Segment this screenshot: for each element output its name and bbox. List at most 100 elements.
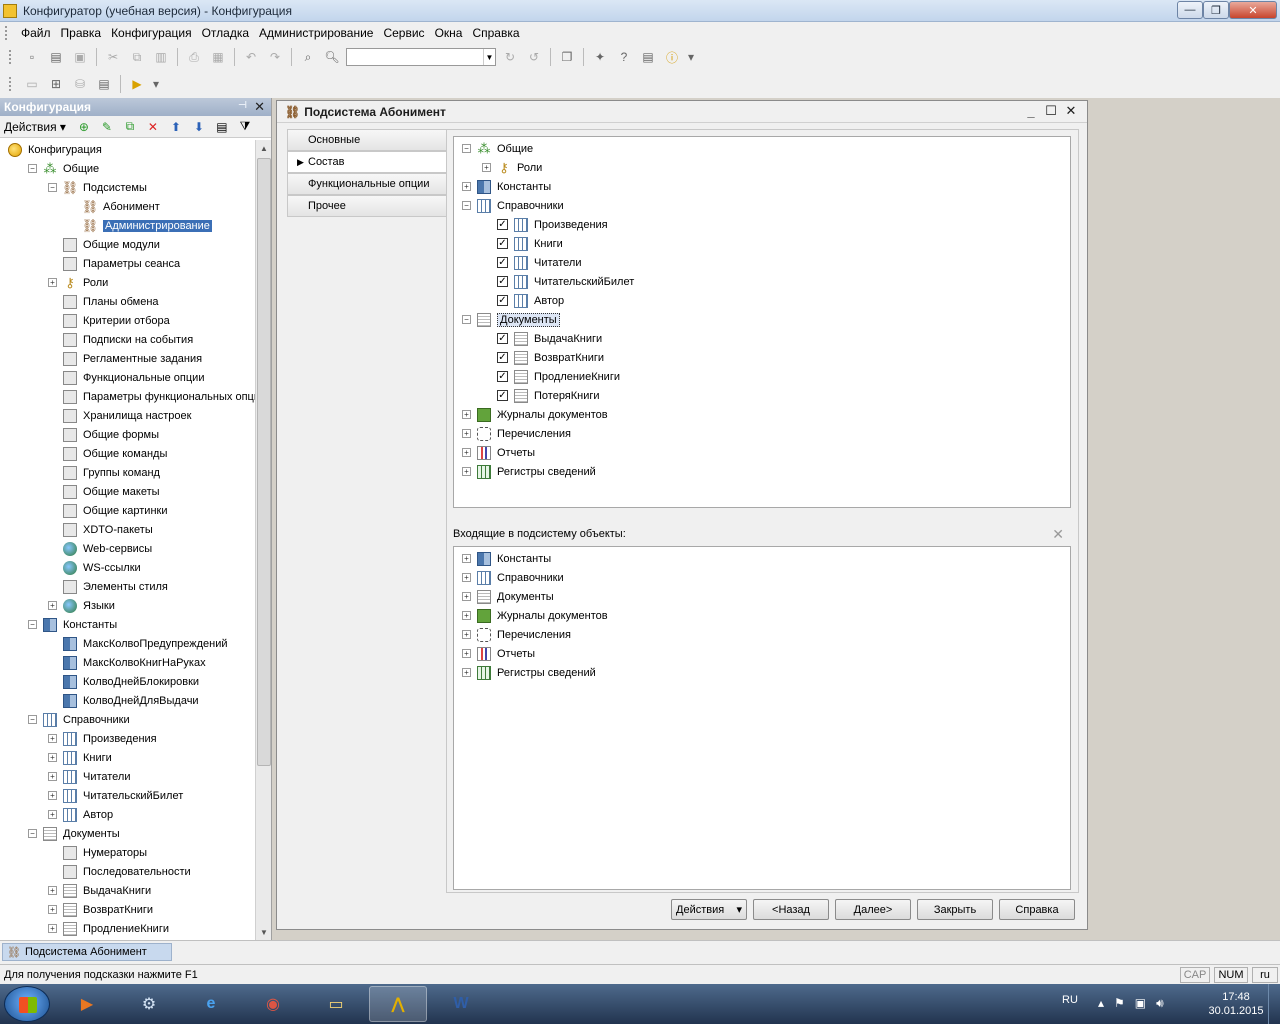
collapse-icon[interactable]: − [28,829,37,838]
tree-item[interactable]: Элементы стиля [0,577,255,596]
composition-item[interactable]: + Регистры сведений [454,462,1070,481]
expand-icon[interactable]: + [462,592,471,601]
include-checkbox[interactable]: ✓ [497,390,508,401]
tab-other[interactable]: Прочее [287,195,447,217]
expand-icon[interactable]: + [462,182,471,191]
incoming-item[interactable]: + Перечисления [454,625,1070,644]
print-preview-icon[interactable]: ▦ [208,48,228,66]
include-checkbox[interactable]: ✓ [497,352,508,363]
windows-icon[interactable]: ❐ [557,48,577,66]
expand-icon[interactable]: + [462,668,471,677]
tree-item[interactable]: Общие модули [0,235,255,254]
tree-item[interactable]: + Автор [0,805,255,824]
tree-item[interactable]: + Читатели [0,767,255,786]
incoming-item[interactable]: + Отчеты [454,644,1070,663]
window-tab-subsystem[interactable]: ⛓ Подсистема Абонимент [2,943,172,961]
expand-icon[interactable]: + [462,429,471,438]
tree-item[interactable]: + ПродлениеКниги [0,919,255,938]
tree-item[interactable]: Общие команды [0,444,255,463]
tree-item[interactable]: + ЧитательскийБилет [0,786,255,805]
expand-icon[interactable]: + [462,554,471,563]
collapse-icon[interactable]: − [28,715,37,724]
pin-icon[interactable]: ⊣ [238,100,247,111]
tree-item[interactable]: Общие макеты [0,482,255,501]
run-debug-icon[interactable]: ▶ [127,75,147,93]
composition-item[interactable]: + ⚷ Роли [454,158,1070,177]
expand-icon[interactable]: + [462,630,471,639]
composition-item[interactable]: ✓ Автор [454,291,1070,310]
close-icon[interactable]: ✕ [1061,103,1081,119]
close-window-button[interactable]: Закрыть [917,899,993,920]
tree-item[interactable]: + Книги [0,748,255,767]
close-button[interactable]: ✕ [1229,1,1277,19]
clock[interactable]: 17:48 30.01.2015 [1196,990,1276,1018]
tree-item[interactable]: КолвоДнейБлокировки [0,672,255,691]
composition-item[interactable]: ✓ ВыдачаКниги [454,329,1070,348]
expand-icon[interactable]: + [482,163,491,172]
help-contents-icon[interactable]: ▤ [638,48,658,66]
tree-item[interactable]: − Документы [0,824,255,843]
composition-item[interactable]: ✓ Книги [454,234,1070,253]
composition-item[interactable]: ✓ Читатели [454,253,1070,272]
volume-icon[interactable]: 🔊︎ [1156,996,1164,1011]
composition-item[interactable]: − Документы [454,310,1070,329]
undo-icon[interactable]: ↶ [241,48,261,66]
menu-help[interactable]: Справка [467,26,524,40]
open-folder-icon[interactable]: ▤ [46,48,66,66]
copy-object-icon[interactable]: ⧉ [120,119,140,135]
tree-item[interactable]: Общие формы [0,425,255,444]
tree-item[interactable]: Планы обмена [0,292,255,311]
collapse-icon[interactable]: − [48,183,57,192]
expand-icon[interactable]: + [462,467,471,476]
tree-item[interactable]: XDTO-пакеты [0,520,255,539]
move-up-icon[interactable]: ⬆ [166,119,186,135]
tree-item[interactable]: Критерии отбора [0,311,255,330]
minimize-button[interactable]: — [1177,1,1203,19]
expand-icon[interactable]: + [48,905,57,914]
tab-composition[interactable]: ▶ Состав [287,151,447,173]
database-icon[interactable]: ⛁ [70,75,90,93]
tree-item[interactable]: Регламентные задания [0,349,255,368]
composition-item[interactable]: ✓ ВозвратКниги [454,348,1070,367]
composition-item[interactable]: − Справочники [454,196,1070,215]
move-down-icon[interactable]: ⬇ [189,119,209,135]
tree-item[interactable]: Нумераторы [0,843,255,862]
composition-item[interactable]: + Перечисления [454,424,1070,443]
tab-main[interactable]: Основные [287,129,447,151]
include-checkbox[interactable]: ✓ [497,276,508,287]
collapse-icon[interactable]: − [28,164,37,173]
tree-item[interactable]: Хранилища настроек [0,406,255,425]
composition-item[interactable]: − ⁂ Общие [454,139,1070,158]
expand-icon[interactable]: + [462,611,471,620]
action-center-icon[interactable]: ⚑ [1114,996,1125,1011]
expand-icon[interactable]: + [48,601,57,610]
taskbar-explorer-icon[interactable]: ▭ [307,986,365,1022]
expand-icon[interactable]: + [48,924,57,933]
incoming-item[interactable]: + Журналы документов [454,606,1070,625]
menu-windows[interactable]: Окна [430,26,468,40]
print-icon[interactable]: ⎙ [184,48,204,66]
config-open-icon[interactable]: ▭ [22,75,42,93]
expand-icon[interactable]: + [48,886,57,895]
incoming-item[interactable]: + Документы [454,587,1070,606]
syntax-assistant-icon[interactable]: ✦ [590,48,610,66]
delete-icon[interactable]: ✕ [143,119,163,135]
taskbar-chrome-icon[interactable]: ◉ [244,986,302,1022]
add-icon[interactable]: ⊕ [74,119,94,135]
run-options-icon[interactable]: ▾ [151,75,161,93]
edit-icon[interactable]: ✎ [97,119,117,135]
search-icon[interactable]: 🔍︎ [322,48,342,66]
tree-item[interactable]: МаксКолвоКнигНаРуках [0,653,255,672]
search-input[interactable]: ▼ [346,48,496,66]
filter-icon[interactable]: ⧩ [235,119,255,135]
menu-file[interactable]: Файл [16,26,56,40]
config-compare-icon[interactable]: ⊞ [46,75,66,93]
help-button[interactable]: Справка [999,899,1075,920]
taskbar-1c-icon[interactable]: ⋀ [369,986,427,1022]
back-button[interactable]: <Назад [753,899,829,920]
taskbar-ie-icon[interactable]: e [182,986,240,1022]
composition-item[interactable]: + Отчеты [454,443,1070,462]
tree-item[interactable]: Группы команд [0,463,255,482]
tree-item[interactable]: МаксКолвоПредупреждений [0,634,255,653]
network-icon[interactable]: ▣ [1135,996,1146,1011]
